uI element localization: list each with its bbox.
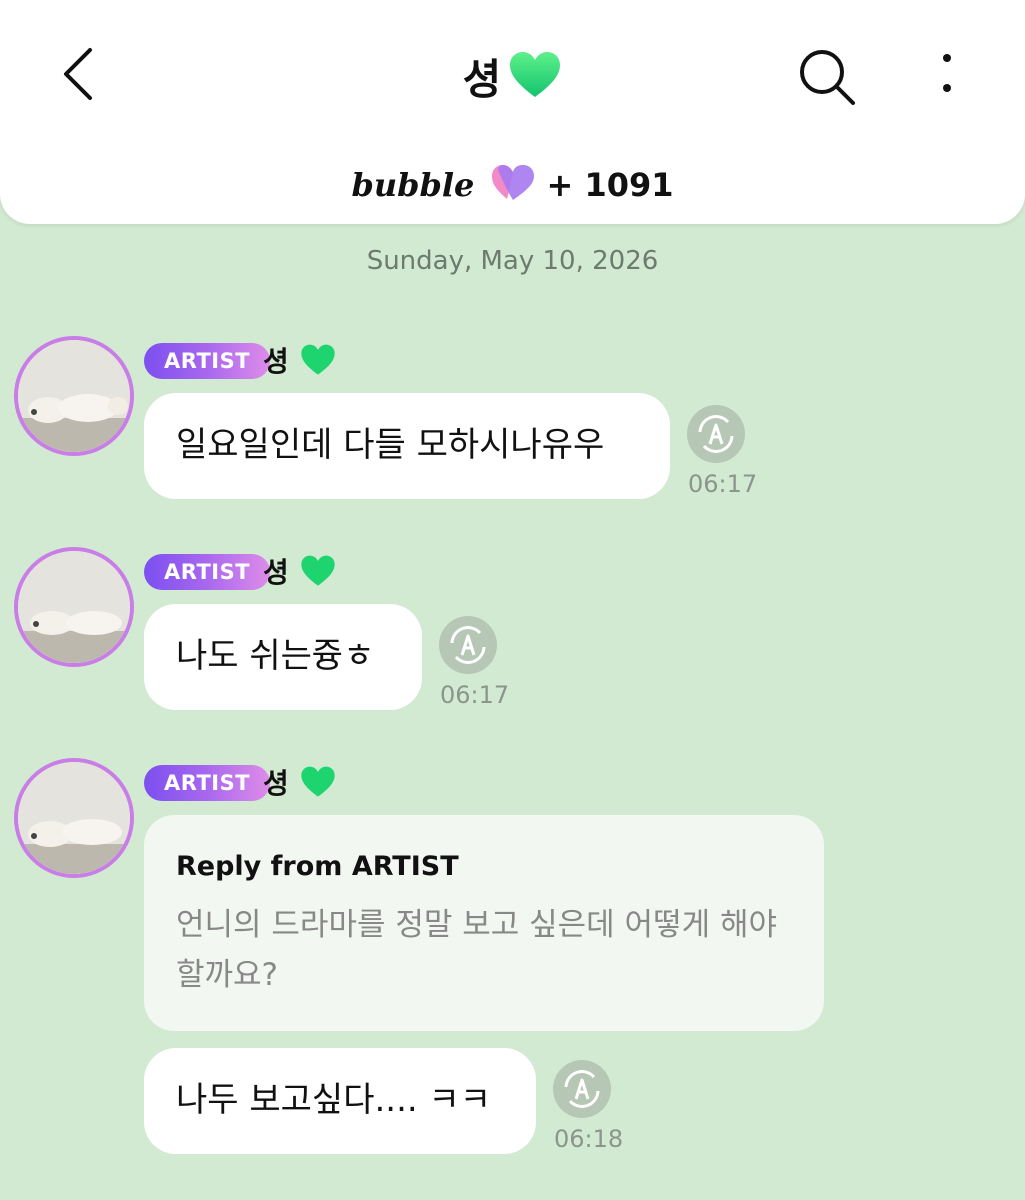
avatar[interactable] xyxy=(14,758,134,878)
more-options-button[interactable] xyxy=(930,50,964,100)
message-time: 06:17 xyxy=(440,681,510,709)
sender-name: 셩 xyxy=(263,340,336,384)
bubble-count: + 1091 xyxy=(546,166,674,204)
message-time: 06:17 xyxy=(688,470,758,498)
sender-name: 셩 xyxy=(263,551,336,595)
avatar[interactable] xyxy=(14,336,134,456)
sender-name-text: 셩 xyxy=(263,345,289,378)
translate-icon[interactable] xyxy=(438,615,498,675)
translate-icon[interactable] xyxy=(552,1059,612,1119)
message-bubble[interactable]: 나도 쉬는즁ㅎ xyxy=(144,604,422,710)
green-heart-icon xyxy=(300,343,336,384)
sender-name: 셩 xyxy=(263,762,336,806)
more-vertical-icon xyxy=(943,54,951,92)
chat-title-text: 셩 xyxy=(462,55,502,104)
dog-photo-icon xyxy=(18,551,130,663)
chat-title: 셩 xyxy=(0,46,1025,107)
reply-text: 언니의 드라마를 정말 보고 싶은데 어떻게 해야 할까요? xyxy=(176,907,778,993)
dog-photo-icon xyxy=(18,762,130,874)
green-heart-icon xyxy=(300,554,336,595)
artist-badge: ARTIST xyxy=(144,343,271,379)
bubble-heart-icon xyxy=(491,164,535,206)
green-heart-icon xyxy=(300,765,336,806)
search-button[interactable] xyxy=(796,46,858,108)
chat-header: 셩 bubble + 1091 xyxy=(0,0,1025,224)
translate-icon[interactable] xyxy=(686,404,746,464)
search-icon xyxy=(800,50,855,105)
sender-name-text: 셩 xyxy=(263,556,289,589)
reply-title: Reply from ARTIST xyxy=(176,851,459,882)
bubble-logo: bubble xyxy=(351,166,475,204)
avatar[interactable] xyxy=(14,547,134,667)
message-bubble[interactable]: 나두 보고싶다.... ㅋㅋ xyxy=(144,1048,536,1154)
artist-badge: ARTIST xyxy=(144,765,271,801)
green-heart-icon xyxy=(508,50,562,104)
message-time: 06:18 xyxy=(554,1125,624,1153)
dog-photo-icon xyxy=(18,340,130,452)
reply-card[interactable]: Reply from ARTIST 언니의 드라마를 정말 보고 싶은데 어떻게… xyxy=(144,815,824,1031)
bubble-status-bar[interactable]: bubble + 1091 xyxy=(0,164,1025,206)
date-divider: Sunday, May 10, 2026 xyxy=(366,246,659,276)
artist-badge: ARTIST xyxy=(144,554,271,590)
message-bubble[interactable]: 일요일인데 다들 모하시나유우 xyxy=(144,393,670,499)
sender-name-text: 셩 xyxy=(263,767,289,800)
